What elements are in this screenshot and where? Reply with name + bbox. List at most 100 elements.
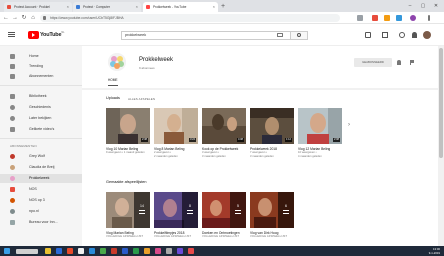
profile-icon[interactable] [410,15,416,21]
sidebar-item-library[interactable]: Bibliotheek [0,92,82,101]
video-thumbnail[interactable]: 1:12 [250,108,294,144]
video-thumbnail[interactable]: 2:08 [298,108,342,144]
chrome-icon[interactable] [100,248,106,254]
url-input[interactable]: https://www.youtube.com/user/UCbT5Gj8lFJ… [40,14,340,22]
excel-icon[interactable] [133,248,139,254]
video-card[interactable]: 2:38 Vlog 10 Marian Beling 9 weergaven •… [106,108,150,155]
sidebar-sub-npo[interactable]: npo.nl [0,207,82,216]
create-video-icon[interactable] [365,32,371,38]
video-thumbnail[interactable]: 2:38 [106,108,150,144]
playlist-thumbnail[interactable]: 6 [250,192,294,228]
channel-avatar-icon [10,165,15,170]
app-icon[interactable] [144,248,150,254]
office-icon[interactable] [67,248,73,254]
playlist-link[interactable]: VOLLEDIGE AFSPEELLIJST [154,235,198,239]
search-input[interactable]: prokkelweek [121,31,291,40]
play-all-link[interactable]: ALLES AFSPELEN [128,97,155,101]
sidebar-item-liked-videos[interactable]: Gelikete video's [0,125,82,134]
playlist-thumbnail[interactable]: 8 [154,192,198,228]
system-tray-clock[interactable]: 13:00 9-1-2019 [429,247,440,255]
flag-icon[interactable] [410,60,414,65]
playlist-link[interactable]: VOLLEDIGE AFSPEELLIJST [250,235,294,239]
store-icon[interactable] [78,248,84,254]
sidebar-item-subscriptions[interactable]: Abonnementen [0,72,82,81]
taskbar-search-box[interactable] [16,248,38,254]
video-card[interactable]: 1:12 Prokkelweek 2018 7 weergaven • 3 ma… [250,108,294,158]
maximize-button[interactable]: ▢ [417,0,429,12]
playlist-link[interactable]: VOLLEDIGE AFSPEELLIJST [202,235,246,239]
page-scrollbar[interactable] [438,46,444,246]
word-icon[interactable] [122,248,128,254]
file-explorer-icon[interactable] [45,248,51,254]
playlist-link[interactable]: VOLLEDIGE AFSPEELLIJST [106,235,150,239]
video-duration: 1:12 [284,138,292,142]
sidebar-item-watch-later[interactable]: Later bekijken [0,114,82,123]
scrollbar-thumb[interactable] [439,48,443,158]
extension-icon[interactable] [384,15,390,21]
extension-icon[interactable] [372,15,378,21]
tab-label: Protect · Computer [83,5,110,9]
playlist-card[interactable]: 5 Doeken en Ontmoetingen VOLLEDIGE AFSPE… [202,192,246,239]
user-avatar[interactable] [423,31,431,39]
mail-icon[interactable] [89,248,95,254]
windows-start-icon[interactable] [4,248,10,254]
playlist-thumbnail[interactable]: 5 [202,192,246,228]
close-tab-icon[interactable]: × [213,2,215,12]
app-icon[interactable] [166,248,172,254]
messages-icon[interactable] [399,32,405,38]
close-tab-icon[interactable]: × [136,2,138,12]
app-icon[interactable] [177,248,183,254]
video-card[interactable]: 3:24 Vlog 8 Marian Beling 2 weergaven • … [154,108,198,158]
sidebar-sub-prokkelweek[interactable]: Prokkelweek [0,174,82,183]
app-icon[interactable] [188,248,194,254]
sidebar-item-trending[interactable]: Trending [0,62,82,71]
next-arrow-icon[interactable]: › [348,122,350,128]
sidebar-sub-nos[interactable]: NOS [0,185,82,194]
apps-grid-icon[interactable] [382,32,388,38]
subscribed-button[interactable]: GEABONNEERD [354,58,392,67]
windows-taskbar: 13:00 9-1-2019 [0,246,444,256]
sidebar-sub-grey-wolf[interactable]: Grey Wolf [0,152,82,161]
minimize-button[interactable]: – [404,0,416,12]
video-card[interactable]: 2:08 Vlog 12 Marian Beling 10 weergaven … [298,108,342,158]
playlist-thumbnail[interactable]: 14 [106,192,150,228]
playlist-card[interactable]: 8 Prokkelfilmpjes 2018 VOLLEDIGE AFSPEEL… [154,192,198,239]
close-tab-icon[interactable]: × [67,2,69,12]
hamburger-menu-icon[interactable] [8,32,15,37]
close-window-button[interactable]: ✕ [430,0,442,12]
extension-icon[interactable] [396,15,402,21]
playlist-card[interactable]: 6 Vlog van Dirk Hoog VOLLEDIGE AFSPEELLI… [250,192,294,239]
edge-icon[interactable] [56,248,62,254]
menu-icon[interactable] [428,15,430,21]
notifications-bell-icon[interactable] [412,32,417,38]
sidebar-sub-nos-op-3[interactable]: NOS op 3 [0,196,82,205]
clock-date: 9-1-2019 [428,251,440,255]
tab-home[interactable]: HOME [108,78,118,86]
app-icon[interactable] [155,248,161,254]
video-card[interactable]: 4:08 Kook op de Prokkelweek 3 weergaven … [202,108,246,158]
reload-button[interactable]: ↻ [20,13,28,23]
sidebar-sub-bureau[interactable]: Bureau voor Inn... [0,218,82,227]
video-thumbnail[interactable]: 4:08 [202,108,246,144]
sidebar-item-home[interactable]: Home [0,52,82,61]
sidebar-item-history[interactable]: Geschiedenis [0,103,82,112]
notification-bell-icon[interactable] [397,60,401,65]
playlist-overlay: 8 [182,192,198,228]
channel-avatar[interactable] [108,53,126,71]
back-button[interactable]: ← [2,13,10,23]
youtube-logo[interactable]: YouTube NL [28,31,65,39]
uploads-heading: Uploads [106,96,120,100]
video-thumbnail[interactable]: 3:24 [154,108,198,144]
browser-tab-1[interactable]: Protect Account · Prokkel × [4,2,72,12]
sidebar-sub-claudia-de-breij[interactable]: Claudia de Breij [0,163,82,172]
browser-tab-2[interactable]: Protect · Computer × [73,2,141,12]
forward-button[interactable]: → [11,13,19,23]
playlist-card[interactable]: 14 Vlog Marian Beling VOLLEDIGE AFSPEELL… [106,192,150,239]
home-button[interactable]: ⌂ [29,13,37,23]
search-button[interactable] [291,31,308,40]
app-icon[interactable] [111,248,117,254]
keyboard-icon[interactable] [277,33,283,37]
star-icon[interactable] [357,15,363,21]
browser-tab-3[interactable]: Prokkelweek - YouTube × [143,2,218,12]
new-tab-button[interactable]: + [221,2,225,11]
